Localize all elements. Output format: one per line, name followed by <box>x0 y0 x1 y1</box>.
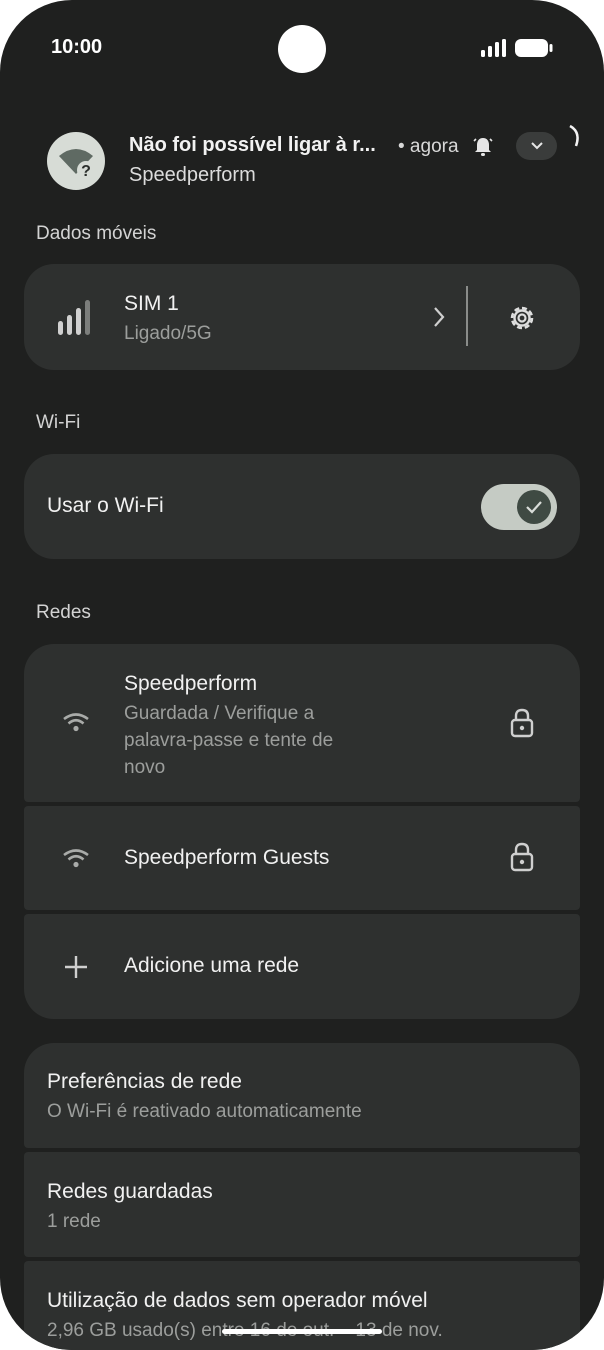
network-name: Speedperform <box>124 672 258 695</box>
network-status-line-1: Guardada / Verifique a <box>124 703 315 724</box>
network-status-line-2: palavra-passe e tente de <box>124 730 334 751</box>
section-label-networks: Redes <box>36 602 91 623</box>
settings-subtitle: O Wi-Fi é reativado automaticamente <box>47 1101 362 1122</box>
cellular-signal-icon <box>56 299 96 340</box>
battery-icon <box>515 39 553 57</box>
notification-title: Não foi possível ligar à r... <box>129 134 376 156</box>
lock-icon <box>510 842 534 877</box>
settings-title: Utilização de dados sem operador móvel <box>47 1289 428 1312</box>
network-item[interactable]: Speedperform Guardada / Verifique a pala… <box>24 644 580 802</box>
plus-icon <box>64 955 88 984</box>
network-preferences-item[interactable]: Preferências de rede O Wi-Fi é reativado… <box>24 1043 580 1148</box>
lock-icon <box>510 708 534 743</box>
notification-time: • agora <box>398 136 459 157</box>
phone-screen: 10:00 ? Não foi possível ligar à r... • … <box>0 0 604 1350</box>
chevron-right-icon <box>432 306 446 333</box>
settings-title: Redes guardadas <box>47 1180 213 1203</box>
gear-icon[interactable] <box>506 302 538 339</box>
settings-subtitle: 1 rede <box>47 1211 101 1232</box>
bell-icon <box>472 136 494 163</box>
sim-status: Ligado/5G <box>124 323 212 344</box>
add-network-label: Adicione uma rede <box>124 954 300 977</box>
section-label-wifi: Wi-Fi <box>36 412 81 433</box>
divider <box>466 286 468 346</box>
camera-cutout <box>278 25 326 73</box>
home-indicator[interactable] <box>222 1329 382 1334</box>
notification-subtitle: Speedperform <box>129 164 256 186</box>
network-status-line-3: novo <box>124 757 166 778</box>
notification[interactable]: ? Não foi possível ligar à r... • agora … <box>0 118 604 208</box>
expand-button[interactable] <box>516 132 557 160</box>
svg-text:?: ? <box>81 163 91 180</box>
network-item[interactable]: Speedperform Guests <box>24 806 580 910</box>
saved-networks-item[interactable]: Redes guardadas 1 rede <box>24 1152 580 1257</box>
cellular-signal-icon <box>481 39 506 57</box>
sim-name: SIM 1 <box>124 292 179 315</box>
chevron-down-icon <box>530 142 543 150</box>
wifi-icon <box>62 848 90 873</box>
wifi-toggle-row[interactable]: Usar o Wi-Fi <box>24 454 580 559</box>
wifi-toggle-label: Usar o Wi-Fi <box>47 494 164 517</box>
network-name: Speedperform Guests <box>124 846 330 869</box>
section-label-mobile-data: Dados móveis <box>36 223 157 244</box>
system-icons <box>480 38 554 58</box>
check-icon <box>517 490 551 524</box>
non-carrier-data-usage-item[interactable]: Utilização de dados sem operador móvel 2… <box>24 1261 580 1350</box>
loading-spinner-icon <box>568 124 584 155</box>
status-bar: 10:00 <box>0 0 604 100</box>
sim-card-row[interactable]: SIM 1 Ligado/5G <box>24 264 580 370</box>
wifi-toggle-switch[interactable] <box>481 484 557 530</box>
add-network-button[interactable]: Adicione uma rede <box>24 914 580 1019</box>
wifi-question-icon: ? <box>47 132 105 190</box>
settings-title: Preferências de rede <box>47 1070 242 1093</box>
status-time: 10:00 <box>51 36 103 58</box>
wifi-icon <box>62 712 90 737</box>
